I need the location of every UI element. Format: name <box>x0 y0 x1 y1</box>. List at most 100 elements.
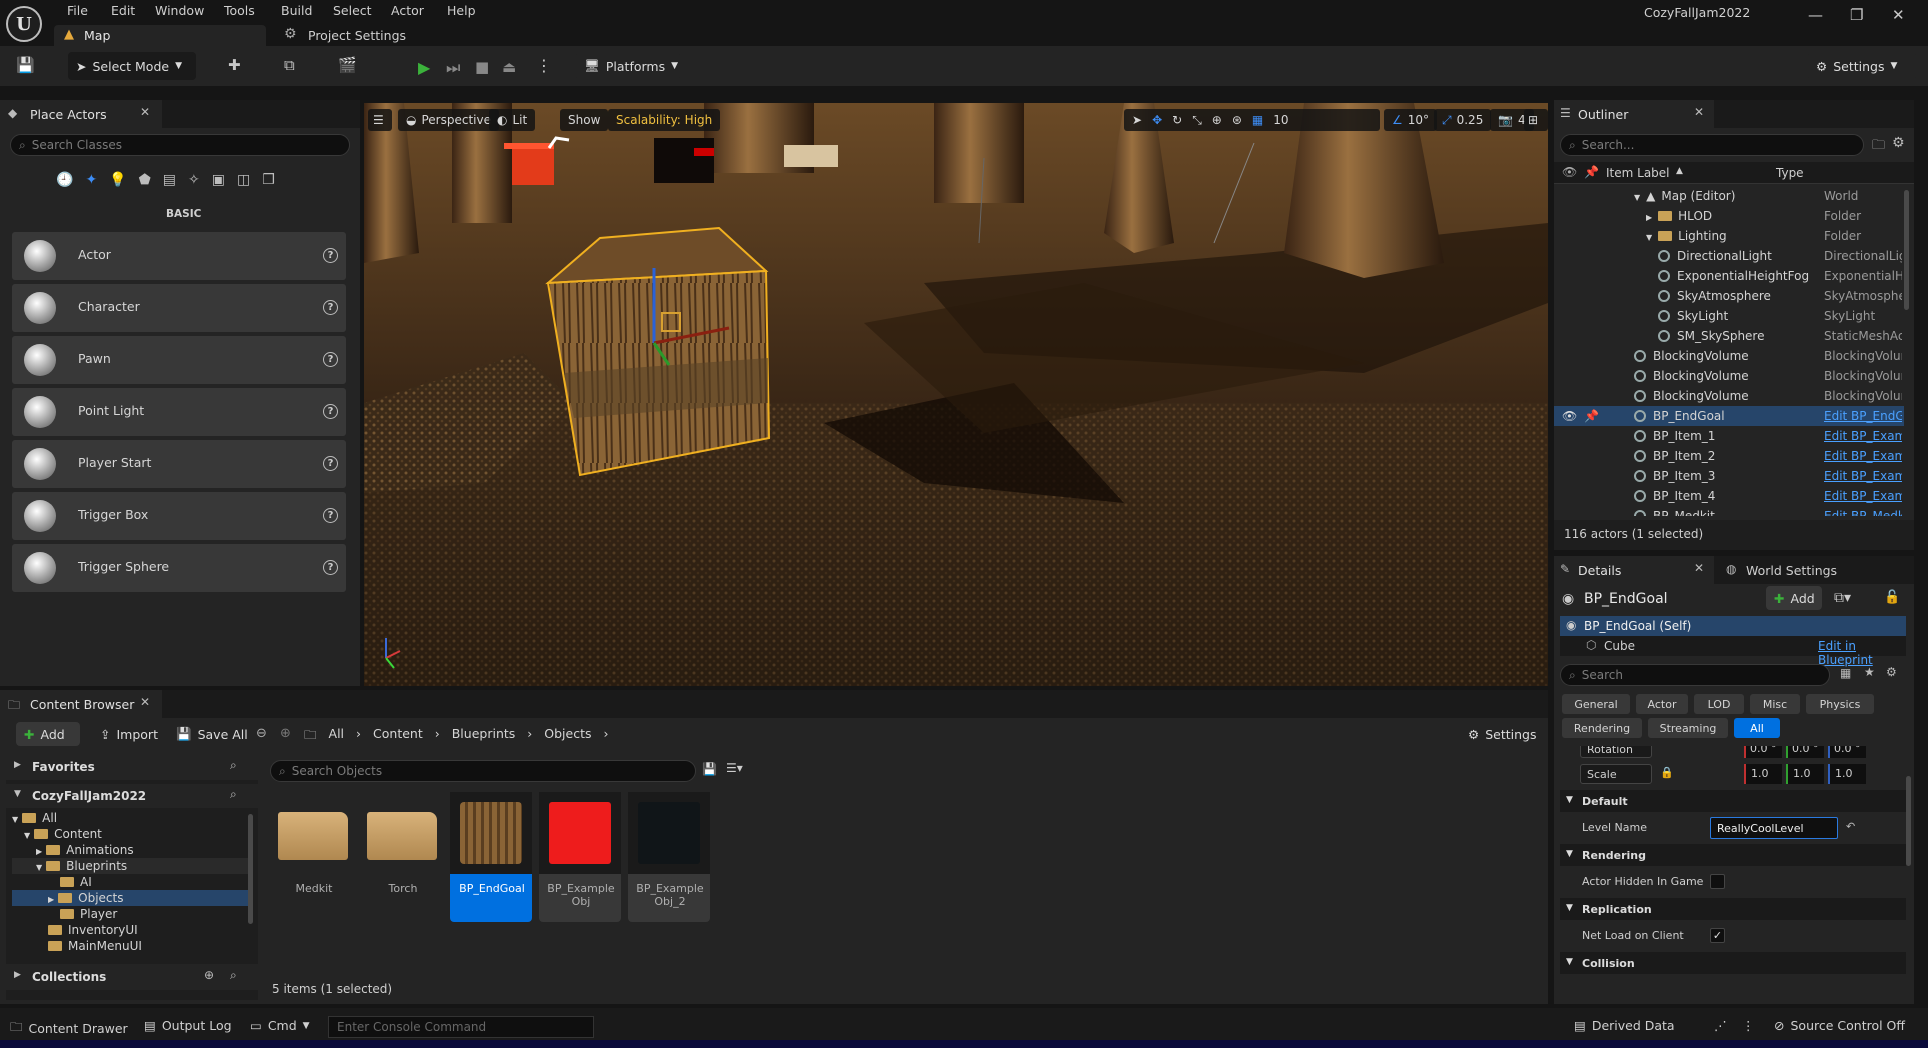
add-actor-icon[interactable]: ✚ <box>228 56 241 74</box>
add-component-button[interactable]: ✚ Add <box>1766 586 1822 610</box>
cinematics-icon[interactable]: 🎬 <box>338 56 357 74</box>
menu-edit[interactable]: Edit <box>111 3 135 18</box>
surface-snap-icon[interactable]: ⊛ <box>1232 113 1242 127</box>
project-header[interactable]: ▼ CozyFallJam2022 ⌕ <box>6 784 258 808</box>
outliner-row-directionallight[interactable]: DirectionalLight DirectionalLig <box>1554 246 1904 266</box>
minimize-icon[interactable]: — <box>1808 6 1823 24</box>
folder-content[interactable]: ▼ Content <box>12 826 248 842</box>
help-icon[interactable]: ? <box>323 404 338 419</box>
help-icon[interactable]: ? <box>323 352 338 367</box>
shapes-icon[interactable]: ⬟ <box>139 172 151 194</box>
folder-all[interactable]: ▼ All <box>12 810 248 826</box>
tab-details[interactable]: ✎ Details ✕ <box>1554 556 1714 584</box>
outliner-row-bp-item-3[interactable]: BP_Item_3 Edit BP_Exam <box>1554 466 1904 486</box>
folder-objects[interactable]: ▶ Objects <box>12 890 248 906</box>
visibility-icon[interactable]: 👁 <box>1562 165 1577 179</box>
outliner-row-type[interactable]: Edit BP_EndG <box>1824 409 1902 423</box>
pin-icon[interactable]: 📌 <box>1584 409 1599 423</box>
scale-tool-icon[interactable]: ⤡ <box>1192 113 1202 128</box>
reset-icon[interactable]: ↶ <box>1846 820 1855 833</box>
gear-icon[interactable]: ⚙ <box>1886 665 1897 679</box>
blueprint-icon[interactable]: ⧉ <box>284 56 295 74</box>
asset-tile-torch[interactable]: Torch <box>361 792 443 922</box>
chevron-down-icon[interactable]: ▼ <box>24 831 30 840</box>
select-mode-dropdown[interactable]: ➤ Select Mode ▼ <box>68 52 196 80</box>
cb-settings-button[interactable]: ⚙ Settings <box>1460 722 1545 746</box>
new-folder-icon[interactable]: 🗀 <box>1872 136 1885 158</box>
grid-view-icon[interactable]: ▦ <box>1840 666 1851 680</box>
star-icon[interactable]: ★ <box>1864 665 1875 679</box>
scale-snap[interactable]: ⤢ 0.25 <box>1434 109 1492 131</box>
menu-actor[interactable]: Actor <box>391 3 424 18</box>
actor-hidden-checkbox[interactable] <box>1710 874 1725 889</box>
content-drawer-button[interactable]: 🗀 Content Drawer <box>10 1018 128 1039</box>
place-actor-trigger-sphere[interactable]: Trigger Sphere? <box>12 544 346 592</box>
chevron-right-icon[interactable]: ▶ <box>48 895 54 904</box>
step-icon[interactable]: ⏭ <box>446 58 460 78</box>
rotation-dropdown[interactable]: Rotation <box>1580 746 1652 758</box>
tab-content-browser[interactable]: 🗀 Content Browser ✕ <box>0 690 162 718</box>
perspective-button[interactable]: ◒ Perspective <box>398 109 499 131</box>
section-default[interactable]: ▼ Default <box>1560 790 1906 812</box>
chevron-right-icon[interactable]: ▶ <box>36 847 42 856</box>
recent-icon[interactable]: 🕘 <box>56 172 73 194</box>
help-icon[interactable]: ? <box>323 300 338 315</box>
rotation-z-input[interactable]: 0.0 ° <box>1828 746 1866 758</box>
outliner-row-sm-skysphere[interactable]: SM_SkySphere StaticMeshAc <box>1554 326 1904 346</box>
viewport-options-button[interactable]: ☰ <box>368 109 392 131</box>
outliner-row-type[interactable]: Edit BP_Exam <box>1824 489 1902 503</box>
tab-project-settings[interactable]: ⚙ Project Settings <box>282 25 442 46</box>
close-icon[interactable]: ✕ <box>140 695 150 709</box>
eject-icon[interactable]: ⏏ <box>502 58 516 76</box>
outliner-row-type[interactable]: Edit BP_Exam <box>1824 469 1902 483</box>
tab-world-settings[interactable]: ◍ World Settings <box>1722 556 1872 584</box>
tab-place-actors[interactable]: ◆ Place Actors ✕ <box>0 100 162 128</box>
outliner-row-type[interactable]: Edit BP_Medk <box>1824 509 1902 516</box>
scale-z-input[interactable]: 1.0 <box>1828 764 1866 784</box>
section-rendering[interactable]: ▼ Rendering <box>1560 844 1906 866</box>
place-actor-actor[interactable]: Actor? <box>12 232 346 280</box>
outliner-row-bp-endgoal[interactable]: 👁 📌 BP_EndGoal Edit BP_EndG <box>1554 406 1904 426</box>
net-load-checkbox[interactable]: ✓ <box>1710 928 1725 943</box>
chevron-right-icon[interactable]: ▶ <box>1646 213 1652 222</box>
help-icon[interactable]: ? <box>323 248 338 263</box>
place-actor-character[interactable]: Character? <box>12 284 346 332</box>
import-button[interactable]: ⇪ Import <box>92 722 166 746</box>
close-icon[interactable]: ✕ <box>1694 561 1704 575</box>
add-collection-icon[interactable]: ⊕ <box>204 968 214 982</box>
filter-actor[interactable]: Actor <box>1636 694 1688 714</box>
scale-dropdown[interactable]: Scale <box>1580 764 1652 784</box>
gear-icon[interactable]: ⚙ <box>1892 135 1905 151</box>
outliner-row-type[interactable]: Edit BP_Exam <box>1824 449 1902 463</box>
folder-mainmenuui[interactable]: MainMenuUI <box>12 938 248 954</box>
asset-tile-bp-example-obj[interactable]: BP_Example Obj <box>539 792 621 922</box>
more-options-icon[interactable]: ⋮ <box>536 56 552 75</box>
folder-player[interactable]: Player <box>12 906 248 922</box>
place-actor-player-start[interactable]: Player Start? <box>12 440 346 488</box>
visual-effects-icon[interactable]: ✧ <box>188 172 200 194</box>
source-control-button[interactable]: ⊘ Source Control Off <box>1774 1018 1905 1033</box>
breadcrumb-blueprints[interactable]: Blueprints <box>452 726 516 746</box>
add-button[interactable]: ✚ Add <box>16 722 80 746</box>
search-objects-input[interactable]: ⌕ Search Objects <box>270 760 696 782</box>
place-actor-pawn[interactable]: Pawn? <box>12 336 346 384</box>
search-classes-input[interactable]: ⌕ Search Classes <box>10 134 350 156</box>
all-classes-icon[interactable]: ❒ <box>262 172 275 194</box>
unreal-logo-icon[interactable]: U <box>6 6 42 42</box>
outliner-row-lighting[interactable]: ▼ Lighting Folder <box>1554 226 1904 246</box>
section-collision[interactable]: ▼ Collision <box>1560 952 1906 974</box>
outliner-row-exponentialheightfog[interactable]: ExponentialHeightFog ExponentialHe <box>1554 266 1904 286</box>
component-cube[interactable]: ⬡ Cube Edit in Blueprint <box>1560 636 1906 667</box>
favorites-header[interactable]: ▶ Favorites ⌕ <box>6 754 258 780</box>
chevron-down-icon[interactable]: ▼ <box>36 863 42 872</box>
angle-snap[interactable]: ∠ 10° <box>1384 109 1438 131</box>
folder-ai[interactable]: AI <box>12 874 248 890</box>
cinematic-icon[interactable]: ▤ <box>163 172 176 194</box>
menu-file[interactable]: File <box>67 3 88 18</box>
chevron-down-icon[interactable]: ▼ <box>12 815 18 824</box>
section-replication[interactable]: ▼ Replication <box>1560 898 1906 920</box>
platforms-dropdown[interactable]: 🖥 Platforms ▼ <box>576 52 680 80</box>
outliner-row-bp-item-2[interactable]: BP_Item_2 Edit BP_Exam <box>1554 446 1904 466</box>
actor-name[interactable]: BP_EndGoal <box>1584 591 1668 607</box>
place-actor-trigger-box[interactable]: Trigger Box? <box>12 492 346 540</box>
